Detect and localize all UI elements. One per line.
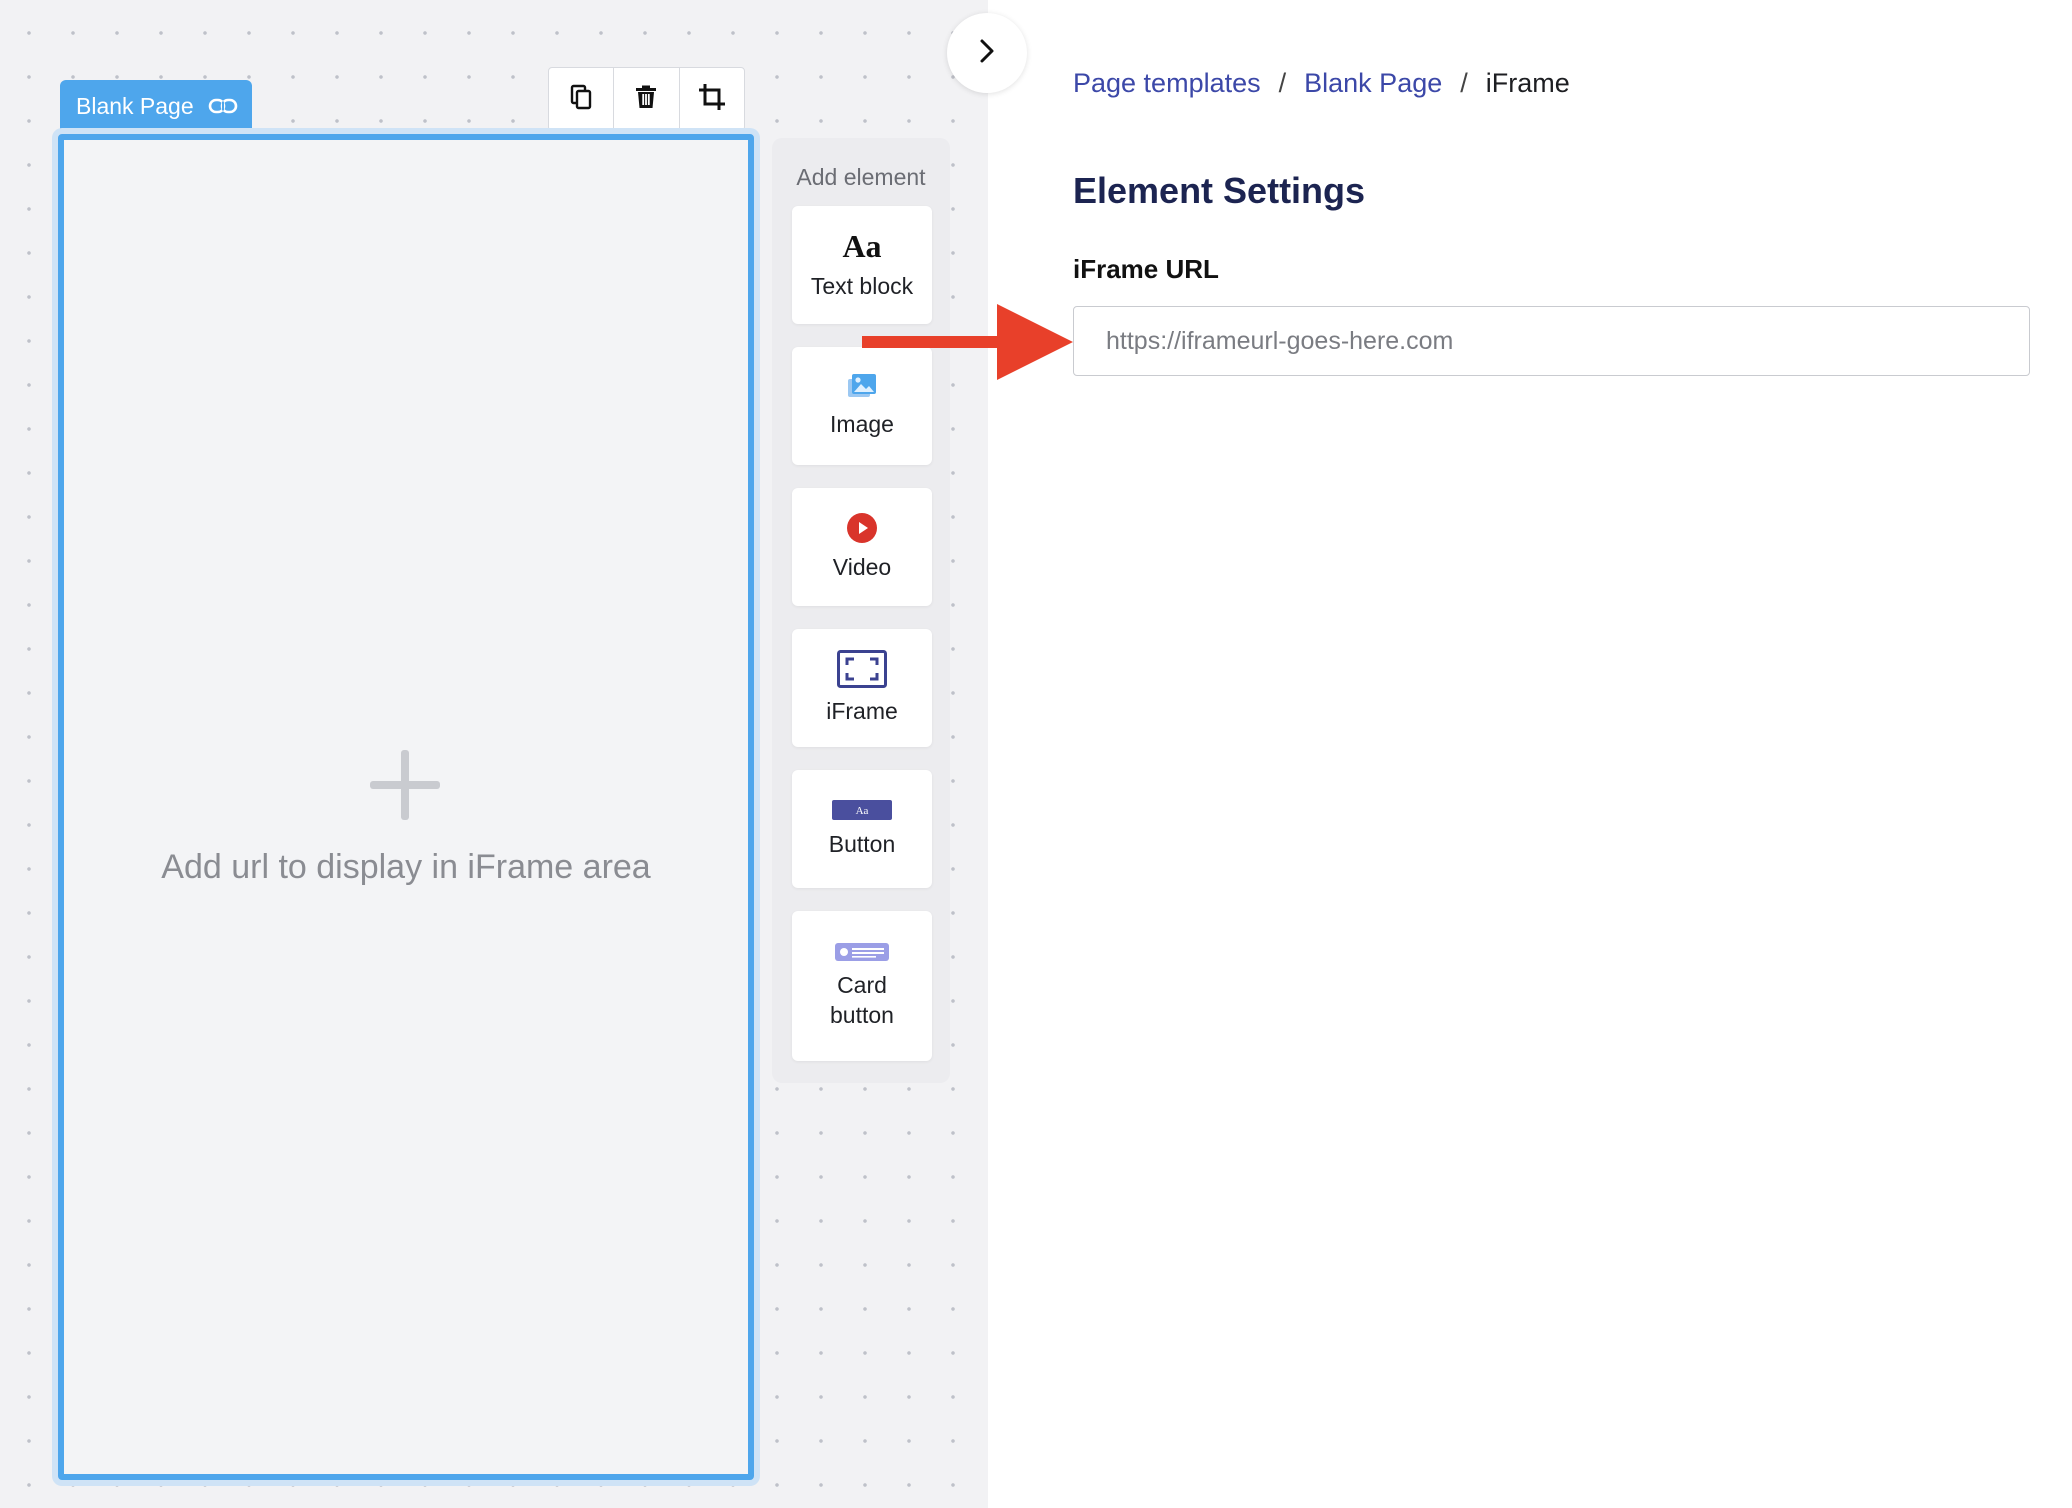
add-video-button[interactable]: Video [792,488,932,606]
trash-icon [635,85,657,114]
plus-icon [370,750,440,820]
duplicate-button[interactable] [549,68,615,130]
add-card-button-button[interactable]: Card button [792,911,932,1061]
element-toolbar [548,67,745,131]
add-iframe-button[interactable]: iFrame [792,629,932,747]
add-element-label: Image [830,411,894,437]
add-element-label: Card button [830,972,894,1028]
video-icon [846,512,878,544]
chevron-right-icon [979,38,995,69]
link-icon[interactable] [208,96,238,116]
page-title: Element Settings [1073,170,1366,211]
add-element-title: Add element [796,164,926,190]
collapse-panel-button[interactable] [947,13,1027,93]
add-button-button[interactable]: Aa Button [792,770,932,888]
add-element-label: Button [828,831,896,857]
breadcrumb-separator: / [1460,68,1468,98]
text-block-icon: Aa [842,228,882,264]
crop-button[interactable] [680,68,744,130]
breadcrumb-blank-page[interactable]: Blank Page [1304,68,1442,99]
iframe-placeholder-text: Add url to display in iFrame area [161,848,651,886]
crop-icon [698,83,726,116]
copy-icon [570,84,592,115]
button-icon: Aa [831,799,893,821]
svg-text:Aa: Aa [856,805,869,817]
add-element-label: Video [832,554,892,580]
breadcrumb-page-templates[interactable]: Page templates [1073,68,1261,99]
add-element-label: Text block [810,273,914,299]
annotation-arrow-icon [862,302,1075,382]
page-tab[interactable]: Blank Page [60,80,252,132]
breadcrumb: Page templates / Blank Page / iFrame [1073,68,1570,99]
breadcrumb-current: iFrame [1485,68,1570,98]
card-button-icon [834,942,890,962]
add-element-label: iFrame [826,698,898,724]
breadcrumb-separator: / [1278,68,1287,98]
page-tab-label: Blank Page [76,92,194,119]
iframe-icon [837,650,887,688]
iframe-url-input[interactable] [1073,306,2030,376]
delete-button[interactable] [614,68,680,130]
iframe-url-label: iFrame URL [1073,254,1219,284]
